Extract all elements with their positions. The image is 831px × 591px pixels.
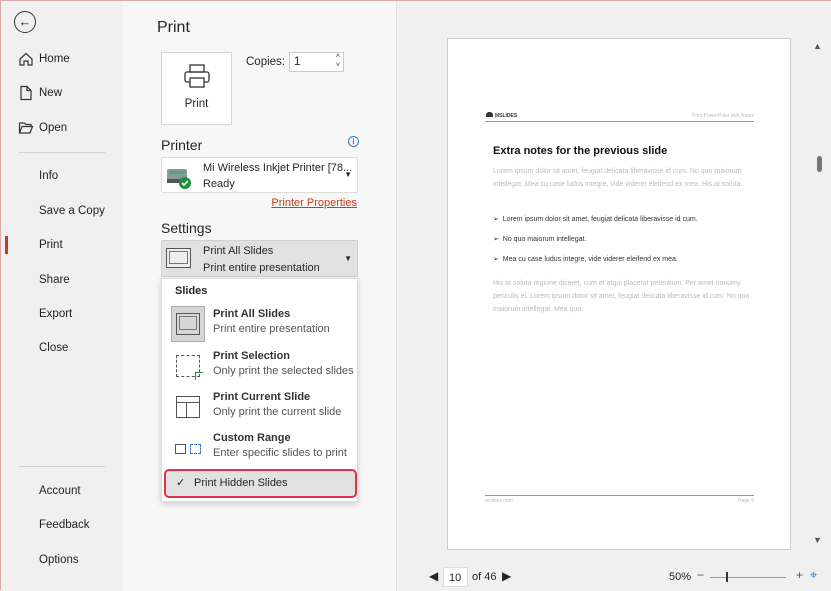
checkmark-icon: ✓ xyxy=(176,477,186,489)
page-number-input[interactable]: 10 xyxy=(443,567,468,587)
sidebar-item-home[interactable]: Home xyxy=(1,44,123,74)
sidebar-item-print[interactable]: Print xyxy=(1,230,123,260)
selection-icon xyxy=(171,348,205,384)
folder-open-icon xyxy=(18,122,34,134)
scroll-up-icon[interactable]: ▲ xyxy=(813,41,822,51)
home-icon xyxy=(19,52,33,66)
settings-heading: Settings xyxy=(161,220,212,236)
sidebar-item-new[interactable]: New xyxy=(1,78,123,108)
all-slides-icon xyxy=(166,248,191,268)
printer-ready-icon xyxy=(167,169,191,189)
logo: MSLIDES xyxy=(486,112,517,119)
all-slides-icon xyxy=(171,306,205,342)
printer-properties-link[interactable]: Printer Properties xyxy=(271,197,357,209)
menu-item-print-all-slides[interactable]: Print All Slides Print entire presentatio… xyxy=(163,304,356,344)
sidebar-item-open[interactable]: Open xyxy=(1,113,123,143)
zoom-slider-thumb[interactable] xyxy=(726,572,728,582)
menu-item-custom-range[interactable]: Custom Range Enter specific slides to pri… xyxy=(163,428,356,468)
sidebar-item-save-a-copy[interactable]: Save a Copy xyxy=(1,196,123,226)
menu-item-print-current-slide[interactable]: Print Current Slide Only print the curren… xyxy=(163,387,356,427)
info-icon[interactable]: i xyxy=(348,136,359,147)
printer-dropdown[interactable]: Mi Wireless Inkjet Printer [78... Ready … xyxy=(161,157,358,193)
page-count: of 46 xyxy=(472,571,497,583)
sidebar-item-share[interactable]: Share xyxy=(1,265,123,295)
chevron-down-icon[interactable]: ˅ xyxy=(336,62,340,69)
sidebar-item-close[interactable]: Close xyxy=(1,333,123,363)
print-preview-area: MSLIDES Print PowerPoint with Notes Extr… xyxy=(397,1,831,591)
copies-stepper[interactable]: 1 ˄ ˅ xyxy=(289,52,344,72)
printer-heading: Printer xyxy=(161,137,203,153)
caret-down-icon: ▼ xyxy=(344,254,352,263)
sidebar-item-export[interactable]: Export xyxy=(1,299,123,329)
sidebar-item-account[interactable]: Account xyxy=(1,476,123,506)
custom-range-icon xyxy=(171,430,205,466)
footer-rule xyxy=(485,495,754,496)
print-hidden-slides-toggle[interactable]: ✓ Print Hidden Slides xyxy=(164,469,357,498)
scrollbar-thumb[interactable] xyxy=(817,156,822,172)
menu-item-print-selection[interactable]: Print Selection Only print the selected s… xyxy=(163,346,356,386)
menu-header: Slides xyxy=(175,285,208,297)
page-title: Print xyxy=(157,19,190,36)
zoom-level: 50% xyxy=(669,571,692,583)
chevron-up-icon[interactable]: ˄ xyxy=(336,53,340,60)
fit-to-window-icon[interactable]: ⌖ xyxy=(810,567,817,583)
sidebar-item-info[interactable]: Info xyxy=(1,161,123,191)
previous-page-icon[interactable]: ◀ xyxy=(429,569,438,583)
sidebar-item-feedback[interactable]: Feedback xyxy=(1,510,123,540)
copies-label: Copies: xyxy=(246,56,285,68)
current-slide-icon xyxy=(171,389,205,425)
slides-range-dropdown[interactable]: Print All Slides Print entire presentati… xyxy=(161,240,358,277)
zoom-out-button[interactable]: − xyxy=(697,568,704,582)
printer-icon xyxy=(184,64,210,88)
zoom-in-button[interactable]: + xyxy=(796,568,803,582)
arrow-left-icon: ← xyxy=(18,14,32,29)
caret-down-icon: ▼ xyxy=(344,170,352,179)
divider xyxy=(19,466,105,467)
bullet-list: ➢ Lorem ipsum dolor sit amet, feugiat de… xyxy=(493,216,698,263)
next-page-icon[interactable]: ▶ xyxy=(502,569,511,583)
header-rule xyxy=(485,121,754,122)
zoom-slider[interactable] xyxy=(710,577,786,578)
new-document-icon xyxy=(20,85,32,101)
back-button[interactable]: ← xyxy=(14,11,36,33)
scroll-down-icon[interactable]: ▼ xyxy=(813,535,822,545)
slide-heading: Extra notes for the previous slide xyxy=(493,145,668,157)
print-button[interactable]: Print xyxy=(161,52,232,125)
backstage-sidebar: ← Home New Open Info Save a Copy Print S… xyxy=(1,1,123,591)
preview-page: MSLIDES Print PowerPoint with Notes Extr… xyxy=(447,38,791,550)
divider xyxy=(19,152,105,153)
sidebar-item-options[interactable]: Options xyxy=(1,545,123,575)
